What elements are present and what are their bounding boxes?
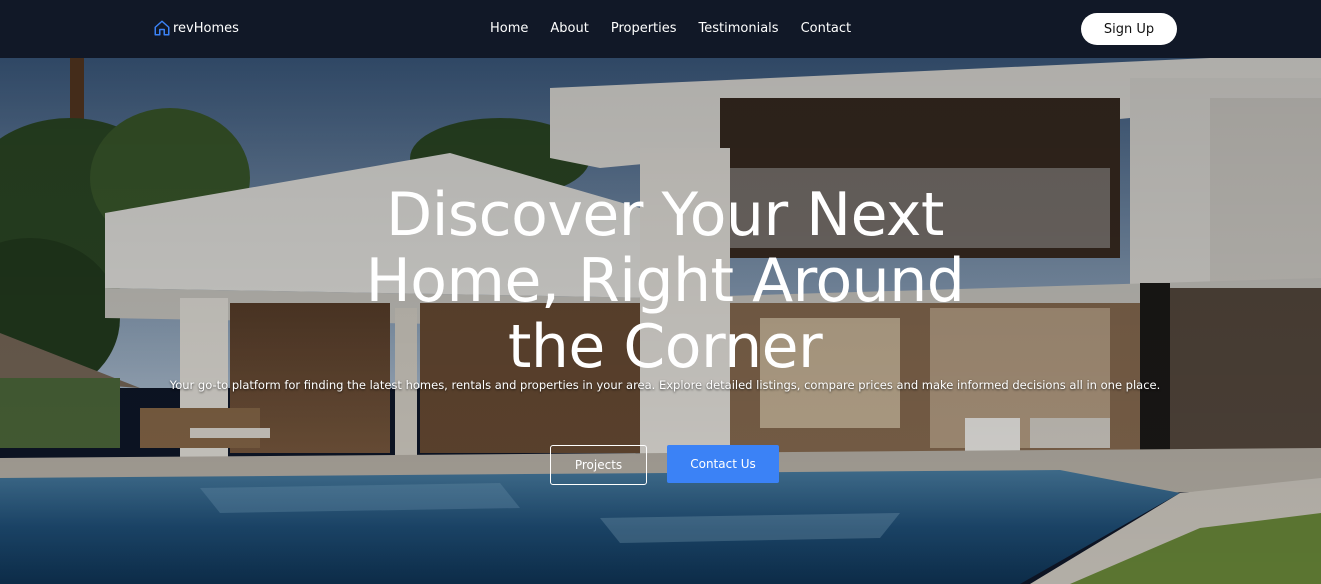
nav-link-testimonials[interactable]: Testimonials <box>699 21 779 36</box>
brand-logo[interactable]: revHomes <box>153 19 239 37</box>
projects-button[interactable]: Projects <box>550 445 647 485</box>
top-navbar: revHomes Home About Properties Testimoni… <box>0 0 1321 58</box>
brand-name: revHomes <box>173 20 239 36</box>
nav-link-properties[interactable]: Properties <box>611 21 677 36</box>
hero-title: Discover Your Next Home, Right Around th… <box>365 180 965 382</box>
hero-section: Discover Your Next Home, Right Around th… <box>0 58 1321 584</box>
nav-link-about[interactable]: About <box>550 21 588 36</box>
sign-up-button[interactable]: Sign Up <box>1081 13 1177 45</box>
hero-subtitle: Your go-to platform for finding the late… <box>169 378 1161 392</box>
nav-link-contact[interactable]: Contact <box>801 21 852 36</box>
house-icon <box>153 19 171 37</box>
contact-us-button[interactable]: Contact Us <box>667 445 779 483</box>
nav-link-home[interactable]: Home <box>490 21 528 36</box>
main-menu: Home About Properties Testimonials Conta… <box>490 21 851 36</box>
